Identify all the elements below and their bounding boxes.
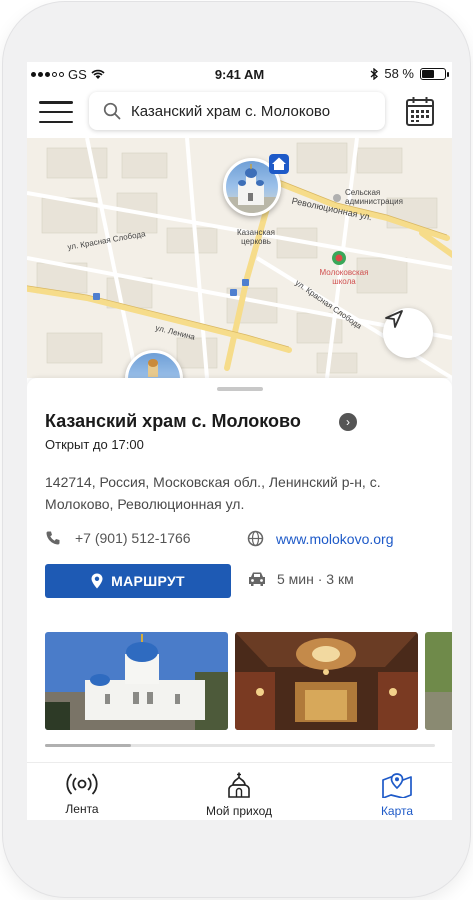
search-input[interactable] bbox=[131, 102, 371, 120]
eta-text: 5 мин · 3 км bbox=[277, 571, 354, 587]
bluetooth-icon bbox=[370, 67, 379, 80]
photo-church-interior[interactable] bbox=[235, 632, 418, 730]
route-button[interactable]: МАРШРУТ bbox=[45, 564, 231, 598]
navigation-arrow-icon bbox=[385, 310, 403, 328]
map-view[interactable]: Революционная ул. ул. Ленина ул. Красная… bbox=[27, 138, 452, 378]
search-icon bbox=[103, 102, 121, 120]
opening-hours: Открыт до 17:00 bbox=[45, 437, 144, 452]
photos-scrollbar[interactable] bbox=[45, 744, 435, 747]
car-icon bbox=[249, 572, 265, 586]
battery-icon bbox=[420, 67, 449, 80]
app-screen: GS 9:41 AM 58 % Казанский храм с. Молоко… bbox=[27, 62, 452, 820]
place-details-sheet: Казанский храм с. Молоково › Открыт до 1… bbox=[27, 378, 452, 762]
place-title: Казанский храм с. Молоково bbox=[45, 411, 301, 431]
location-pin-icon bbox=[91, 573, 103, 589]
phone-frame: GS 9:41 AM 58 % Казанский храм с. Молоко… bbox=[3, 2, 470, 897]
map-pin-icon bbox=[382, 773, 412, 798]
status-right: 58 % bbox=[370, 66, 449, 81]
phone-icon bbox=[46, 531, 60, 545]
church-icon bbox=[228, 772, 250, 798]
calendar-icon[interactable] bbox=[405, 95, 435, 127]
phone-contact[interactable]: +7 (901) 512-1766 bbox=[45, 530, 191, 546]
tab-feed[interactable]: Лента bbox=[27, 763, 137, 820]
scrollbar-thumb[interactable] bbox=[45, 744, 131, 747]
website-link[interactable]: www.molokovo.org bbox=[247, 530, 394, 547]
poi-label-admin: Сельская администрация bbox=[345, 188, 403, 206]
phone-number: +7 (901) 512-1766 bbox=[75, 530, 191, 546]
church-map-pin-2[interactable] bbox=[125, 350, 183, 378]
website-url: www.molokovo.org bbox=[276, 530, 394, 547]
home-parish-icon bbox=[269, 154, 289, 174]
chevron-right-icon[interactable]: › bbox=[339, 413, 357, 431]
travel-estimate: 5 мин · 3 км bbox=[247, 571, 354, 587]
poi-label-church: Казанская церковь bbox=[236, 228, 275, 246]
photo-church-exterior[interactable] bbox=[45, 632, 228, 730]
battery-percent: 58 % bbox=[384, 66, 414, 81]
search-bar[interactable] bbox=[89, 92, 385, 130]
tab-label: Лента bbox=[65, 802, 99, 816]
status-bar: GS 9:41 AM 58 % bbox=[27, 62, 452, 86]
top-bar bbox=[27, 86, 452, 138]
tab-label: Карта bbox=[380, 804, 414, 818]
route-button-label: МАРШРУТ bbox=[111, 573, 185, 589]
photo-church-3[interactable] bbox=[425, 632, 452, 730]
hamburger-menu-icon[interactable] bbox=[39, 98, 73, 126]
battery-fill bbox=[422, 69, 434, 78]
poi-label-school: Молоковская школа bbox=[319, 268, 369, 286]
tab-my-parish[interactable]: Мой приход bbox=[184, 763, 294, 820]
tab-map[interactable]: Карта bbox=[342, 763, 452, 820]
bottom-tab-bar: Лента Мой приход Карта bbox=[27, 762, 452, 820]
my-location-button[interactable] bbox=[383, 308, 433, 358]
sheet-drag-handle[interactable] bbox=[217, 387, 263, 391]
place-address: 142714, Россия, Московская обл., Ленинск… bbox=[45, 474, 381, 512]
church-photo-2 bbox=[148, 359, 158, 377]
tab-label: Мой приход bbox=[206, 804, 272, 818]
globe-icon bbox=[247, 530, 264, 547]
radio-broadcast-icon bbox=[66, 773, 98, 795]
